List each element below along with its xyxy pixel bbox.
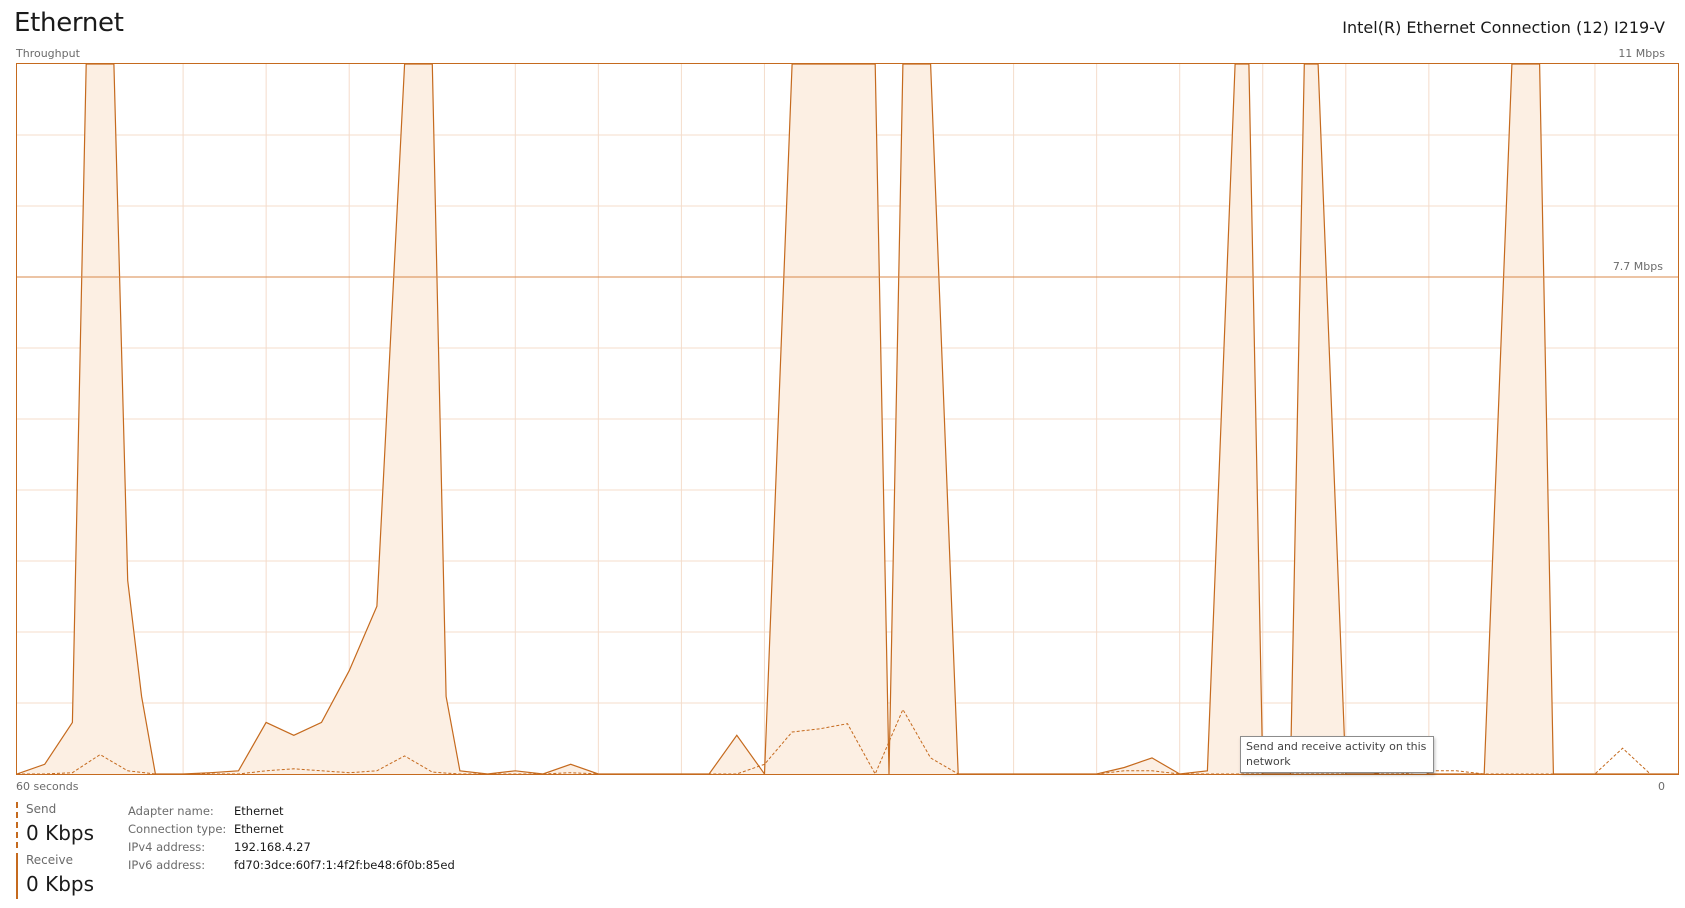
prop-key: IPv4 address: [128,840,206,854]
send-stat: Send 0 Kbps [16,802,94,848]
page-title: Ethernet [14,8,124,38]
prop-row-ipv4: IPv4 address: 192.168.4.27 [128,838,455,856]
prop-key: IPv6 address: [128,858,206,872]
prop-value: Ethernet [234,822,284,836]
prop-value: Ethernet [234,804,284,818]
throughput-chart [17,64,1678,774]
prop-key: Adapter name: [128,804,214,818]
prop-value: fd70:3dce:60f7:1:4f2f:be48:6f0b:85ed [234,858,455,872]
prop-row-ipv6: IPv6 address: fd70:3dce:60f7:1:4f2f:be48… [128,856,455,874]
prop-row-connection-type: Connection type: Ethernet [128,820,455,838]
adapter-name: Intel(R) Ethernet Connection (12) I219-V [1342,18,1665,37]
receive-label: Receive [26,853,73,867]
prop-key: Connection type: [128,822,227,836]
send-value: 0 Kbps [26,821,95,845]
send-label: Send [26,802,57,816]
throughput-graph[interactable] [16,63,1679,775]
graph-zero-label: 0 [1658,780,1665,793]
graph-reference-label: 7.7 Mbps [1610,260,1665,274]
prop-value: 192.168.4.27 [234,840,311,854]
receive-value: 0 Kbps [26,872,95,896]
graph-label: Throughput [16,47,80,60]
graph-tooltip: Send and receive activity on this networ… [1240,736,1434,773]
adapter-properties: Adapter name: Ethernet Connection type: … [128,802,455,874]
receive-stat: Receive 0 Kbps [16,853,94,899]
prop-row-adapter-name: Adapter name: Ethernet [128,802,455,820]
graph-max-label: 11 Mbps [1618,47,1665,60]
graph-time-label: 60 seconds [16,780,79,793]
